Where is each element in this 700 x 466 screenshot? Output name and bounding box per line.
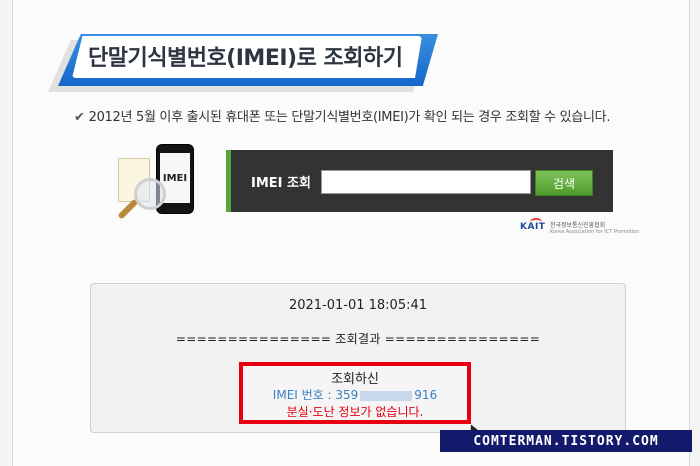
- kait-mark: KAIT: [520, 222, 546, 232]
- check-icon: ✔: [74, 110, 85, 125]
- magnifier-icon: [134, 178, 166, 210]
- kait-subtitle: Korea Association for ICT Promotion: [550, 229, 640, 235]
- search-button[interactable]: 검색: [535, 170, 593, 196]
- page-title: 단말기식별번호(IMEI)로 조회하기: [88, 46, 403, 71]
- phone-illustration: IMEI: [112, 140, 212, 232]
- notice-text: ✔ 2012년 5월 이후 출시된 휴대폰 또는 단말기식별번호(IMEI)가 확…: [74, 106, 610, 125]
- kait-logo: KAIT 한국정보통신진흥협회 Korea Association for IC…: [520, 218, 639, 242]
- kait-name: 한국정보통신진흥협회: [550, 222, 606, 229]
- imei-prefix: IMEI 번호 : 359: [272, 388, 359, 402]
- watermark: COMTERMAN.TISTORY.COM: [440, 430, 692, 452]
- imei-suffix: 916: [414, 388, 438, 402]
- result-divider: =============== 조회결과 ===============: [175, 332, 541, 346]
- page-background: 단말기식별번호(IMEI)로 조회하기 ✔ 2012년 5월 이후 출시된 휴대폰…: [0, 0, 700, 466]
- result-highlight: 조회하신 IMEI 번호 : 359 916 분실·도난 정보가 없습니다.: [239, 362, 471, 424]
- result-imei: IMEI 번호 : 359 916: [243, 386, 467, 403]
- imei-search-label: IMEI 조회: [251, 176, 311, 191]
- imei-redaction: [360, 390, 413, 401]
- result-status: 분실·도난 정보가 없습니다.: [286, 405, 424, 419]
- notice-label: 2012년 5월 이후 출시된 휴대폰 또는 단말기식별번호(IMEI)가 확인…: [88, 110, 611, 125]
- result-datetime: 2021-01-01 18:05:41: [288, 298, 428, 313]
- result-panel: 2021-01-01 18:05:41 =============== 조회결과…: [90, 283, 626, 433]
- result-heading: 조회하신: [331, 372, 379, 387]
- imei-search-panel: IMEI 조회 검색: [226, 150, 613, 212]
- imei-input[interactable]: [321, 170, 531, 194]
